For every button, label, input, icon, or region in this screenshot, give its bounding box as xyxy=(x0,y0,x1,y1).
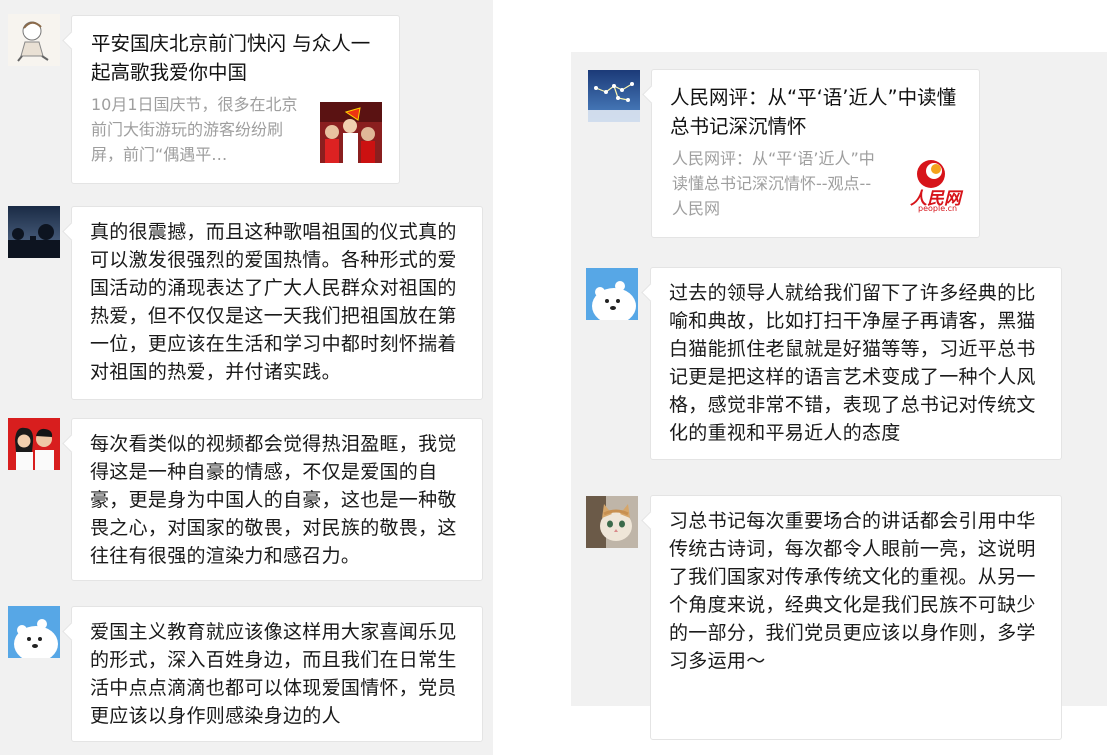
comment-text: 爱国主义教育就应该像这样用大家喜闻乐见的形式，深入百姓身边，而且我们在日常生活中… xyxy=(90,621,457,727)
comment-text: 习总书记每次重要场合的讲话都会引用中华传统古诗词，每次都令人眼前一亮，这说明了我… xyxy=(669,510,1036,672)
avatar[interactable] xyxy=(588,70,640,122)
comment-text: 真的很震撼，而且这种歌唱祖国的仪式真的可以激发很强烈的爱国热情。各种形式的爱国活… xyxy=(90,221,457,383)
comment-bubble: 过去的领导人就给我们留下了许多经典的比喻和典故，比如打扫干净屋子再请客，黑猫白猫… xyxy=(650,267,1062,460)
avatar[interactable] xyxy=(8,606,60,658)
avatar[interactable] xyxy=(8,14,60,66)
shared-link-card[interactable]: 人民网评：从“平‘语’近人”中读懂总书记深沉情怀 人民网评：从“平‘语’近人”中… xyxy=(651,69,980,238)
left-chat-panel: 平安国庆北京前门快闪 与众人一起高歌我爱你中国 10月1日国庆节，很多在北京前门… xyxy=(0,0,493,755)
avatar[interactable] xyxy=(586,496,638,548)
logo-subtext: people.cn xyxy=(918,204,958,213)
avatar[interactable] xyxy=(8,418,60,470)
comment-bubble: 爱国主义教育就应该像这样用大家喜闻乐见的形式，深入百姓身边，而且我们在日常生活中… xyxy=(71,606,483,742)
share-title: 平安国庆北京前门快闪 与众人一起高歌我爱你中国 xyxy=(91,32,371,84)
people-cn-logo: 人民网 people.cn xyxy=(896,154,966,216)
right-chat-panel: 人民网评：从“平‘语’近人”中读懂总书记深沉情怀 人民网评：从“平‘语’近人”中… xyxy=(571,52,1107,740)
share-title: 人民网评：从“平‘语’近人”中读懂总书记深沉情怀 xyxy=(670,86,957,138)
share-thumbnail xyxy=(320,102,382,163)
avatar[interactable] xyxy=(8,206,60,258)
share-description: 人民网评：从“平‘语’近人”中读懂总书记深沉情怀--观点--人民网 xyxy=(672,149,875,218)
comment-text: 每次看类似的视频都会觉得热泪盈眶，我觉得这是一种自豪的情感，不仅是爱国的自豪，更… xyxy=(90,433,457,567)
avatar[interactable] xyxy=(586,268,638,320)
share-description: 10月1日国庆节，很多在北京前门大街游玩的游客纷纷刷屏，前门“偶遇平… xyxy=(91,95,298,164)
comment-bubble: 习总书记每次重要场合的讲话都会引用中华传统古诗词，每次都令人眼前一亮，这说明了我… xyxy=(650,495,1062,740)
comment-text: 过去的领导人就给我们留下了许多经典的比喻和典故，比如打扫干净屋子再请客，黑猫白猫… xyxy=(669,282,1036,444)
shared-link-card[interactable]: 平安国庆北京前门快闪 与众人一起高歌我爱你中国 10月1日国庆节，很多在北京前门… xyxy=(71,15,400,184)
comment-bubble: 每次看类似的视频都会觉得热泪盈眶，我觉得这是一种自豪的情感，不仅是爱国的自豪，更… xyxy=(71,418,483,581)
comment-bubble: 真的很震撼，而且这种歌唱祖国的仪式真的可以激发很强烈的爱国热情。各种形式的爱国活… xyxy=(71,206,483,400)
